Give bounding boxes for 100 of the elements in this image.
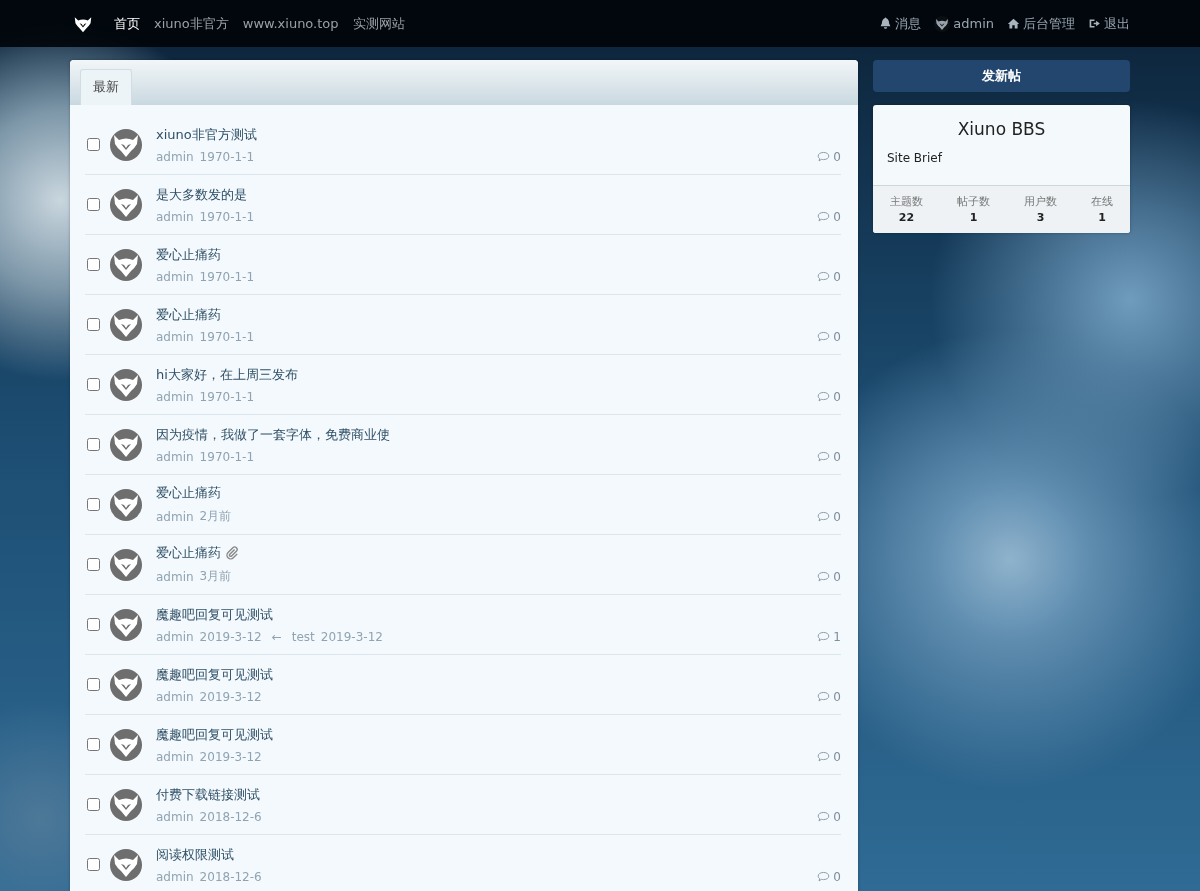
stat-value: 1	[1098, 211, 1106, 224]
avatar-icon	[110, 488, 142, 521]
post-date: 1970-1-1	[199, 209, 255, 224]
reply-count: 0	[833, 449, 841, 464]
reply-count: 1	[833, 629, 841, 644]
checkbox[interactable]	[87, 678, 100, 691]
nav-link[interactable]: 消息	[879, 14, 922, 33]
post-date: 2019-3-12	[199, 629, 262, 644]
checkbox[interactable]	[87, 438, 100, 451]
checkbox[interactable]	[87, 738, 100, 751]
avatar-icon	[110, 188, 142, 221]
thread-title-link[interactable]: 魔趣吧回复可见测试	[156, 665, 273, 684]
reply-count: 0	[833, 749, 841, 764]
comment-icon	[817, 751, 831, 762]
reply-count: 0	[833, 329, 841, 344]
checkbox[interactable]	[87, 858, 100, 871]
post-date: 1970-1-1	[199, 149, 255, 164]
comment-icon	[817, 871, 831, 882]
thread-title-link[interactable]: 魔趣吧回复可见测试	[156, 605, 273, 624]
site-title: Xiuno BBS	[956, 119, 1047, 139]
nav-link[interactable]: 退出	[1088, 14, 1130, 33]
avatar-icon	[110, 248, 142, 281]
thread-title-link[interactable]: 魔趣吧回复可见测试	[156, 725, 273, 744]
nav-link[interactable]: www.xiuno.top	[242, 16, 339, 31]
avatar-icon	[110, 608, 142, 641]
reply-count: 0	[833, 209, 841, 224]
checkbox[interactable]	[87, 498, 100, 511]
post-date: 2019-3-12	[199, 689, 262, 704]
post-date: 2019-3-12	[199, 749, 262, 764]
post-date: 2月前	[199, 508, 232, 525]
thread-title-link[interactable]: 因为疫情，我做了一套字体，免费商业使	[156, 425, 390, 444]
avatar-icon	[934, 15, 951, 32]
comment-icon	[817, 811, 831, 822]
stat-label: 主题数	[890, 194, 923, 209]
thread-title-link[interactable]: hi大家好，在上周三发布	[156, 365, 298, 384]
comment-icon	[817, 151, 831, 162]
reply-arrow: ←	[271, 629, 282, 644]
checkbox[interactable]	[87, 798, 100, 811]
nav-link[interactable]: 首页	[114, 14, 140, 33]
reply-count: 0	[833, 389, 841, 404]
comment-icon	[817, 211, 831, 222]
nav-link[interactable]: xiuno非官方	[154, 14, 229, 33]
avatar-icon	[110, 848, 142, 881]
nav-link[interactable]: 实测网站	[352, 14, 405, 33]
thread-title-link[interactable]: xiuno非官方测试	[156, 125, 257, 144]
post-date: 2018-12-6	[199, 869, 262, 884]
checkbox[interactable]	[87, 618, 100, 631]
checkbox[interactable]	[87, 378, 100, 391]
stat-value: 22	[898, 211, 915, 224]
comment-icon	[817, 631, 831, 642]
site-brief: Site Brief	[886, 150, 944, 167]
stat-value: 3	[1036, 211, 1045, 224]
avatar-icon	[110, 308, 142, 341]
tab[interactable]: 最新	[80, 69, 132, 105]
post-date: 1970-1-1	[199, 389, 255, 404]
reply-count: 0	[833, 269, 841, 284]
avatar-icon	[110, 128, 142, 161]
checkbox[interactable]	[87, 138, 100, 151]
avatar-icon	[110, 788, 142, 821]
thread-title-link[interactable]: 爱心止痛药	[156, 305, 221, 324]
last-reply-date: 2019-3-12	[320, 629, 383, 644]
avatar-icon	[110, 728, 142, 761]
thread-title-link[interactable]: 爱心止痛药	[156, 245, 221, 264]
thread-title-link[interactable]: 付费下载链接测试	[156, 785, 260, 804]
stat-label: 帖子数	[957, 194, 990, 209]
post-date: 2018-12-6	[199, 809, 262, 824]
comment-icon	[817, 511, 831, 522]
stat-label: 在线	[1091, 194, 1113, 209]
checkbox[interactable]	[87, 558, 100, 571]
logout-icon	[1088, 17, 1101, 30]
post-date: 1970-1-1	[199, 449, 255, 464]
thread-title-link[interactable]: 爱心止痛药	[156, 544, 221, 562]
reply-count: 0	[833, 149, 841, 164]
checkbox[interactable]	[87, 198, 100, 211]
reply-count: 0	[833, 809, 841, 824]
nav-link[interactable]: admin	[934, 15, 994, 32]
post-date: 3月前	[199, 568, 232, 585]
thread-title-link[interactable]: 爱心止痛药	[156, 484, 221, 502]
thread-title-link[interactable]: 阅读权限测试	[156, 845, 234, 864]
stat-value: 1	[969, 211, 978, 224]
reply-count: 0	[833, 509, 841, 524]
reply-count: 0	[833, 869, 841, 884]
nav-link[interactable]: 后台管理	[1007, 14, 1075, 33]
post-date: 1970-1-1	[199, 269, 255, 284]
avatar-icon	[110, 548, 142, 581]
comment-icon	[817, 391, 831, 402]
avatar-icon	[110, 368, 142, 401]
checkbox[interactable]	[87, 318, 100, 331]
thread-title-link[interactable]: 是大多数发的是	[156, 185, 247, 204]
new-thread-button[interactable]: 发新帖	[873, 60, 1130, 92]
stat-label: 用户数	[1024, 194, 1057, 209]
comment-icon	[817, 271, 831, 282]
comment-icon	[817, 571, 831, 582]
comment-icon	[817, 451, 831, 462]
reply-count: 0	[833, 569, 841, 584]
post-date: 1970-1-1	[199, 329, 255, 344]
comment-icon	[817, 691, 831, 702]
checkbox[interactable]	[87, 258, 100, 271]
reply-count: 0	[833, 689, 841, 704]
bell-icon	[879, 17, 893, 30]
